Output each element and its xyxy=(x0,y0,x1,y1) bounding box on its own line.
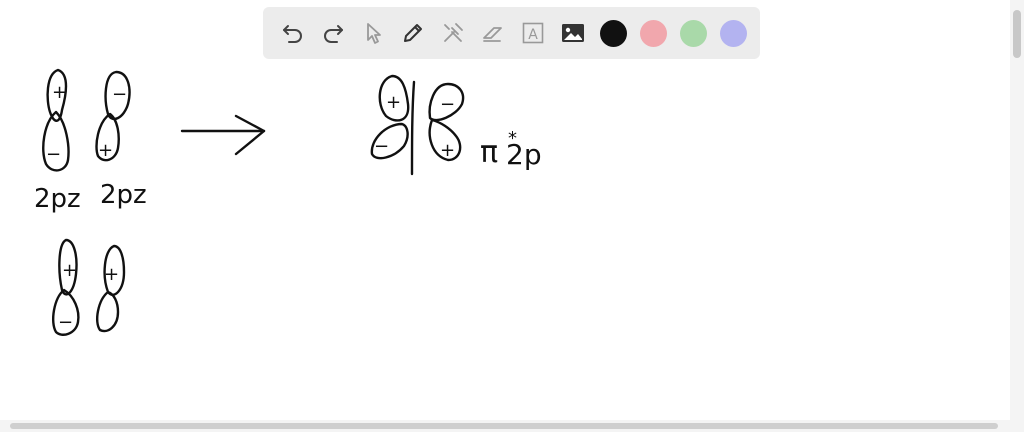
tools-button[interactable] xyxy=(433,13,473,53)
reaction-arrow xyxy=(180,114,266,156)
orbital-pair-bottom-a: + − xyxy=(52,238,80,336)
minus-sign: − xyxy=(440,94,455,115)
horizontal-scroll-thumb[interactable] xyxy=(10,423,998,429)
text-box-icon: A xyxy=(522,22,544,44)
plus-sign: + xyxy=(52,82,67,103)
image-button[interactable] xyxy=(553,13,593,53)
eraser-button[interactable] xyxy=(473,13,513,53)
undo-icon xyxy=(283,25,302,43)
undo-button[interactable] xyxy=(273,13,313,53)
label-pi: π xyxy=(480,135,498,170)
eraser-icon xyxy=(483,27,502,42)
minus-sign: − xyxy=(112,84,127,105)
text-glyph: A xyxy=(528,27,538,43)
whiteboard-canvas[interactable]: + − − + 2pz 2pz + − − + π * 2p + − + xyxy=(0,0,1010,420)
label-2p: 2p xyxy=(506,138,542,171)
orbital-pair-bottom-b: + xyxy=(96,244,126,333)
label-2pz-a: 2pz xyxy=(34,184,81,214)
orbital-2pz-b: − + xyxy=(95,70,131,162)
tools-icon xyxy=(444,23,463,42)
image-icon xyxy=(562,24,584,42)
plus-sign: + xyxy=(440,140,455,161)
select-button[interactable] xyxy=(353,13,393,53)
pi-star-orbital: + − − + xyxy=(370,74,465,176)
color-swatch-green[interactable] xyxy=(679,19,707,47)
redo-icon xyxy=(324,25,343,43)
vertical-scroll-thumb[interactable] xyxy=(1013,10,1021,58)
plus-sign: + xyxy=(104,264,119,285)
drawing-toolbar: A xyxy=(263,7,760,59)
minus-sign: − xyxy=(374,136,389,157)
color-swatch-black[interactable] xyxy=(599,19,627,47)
select-pointer-icon xyxy=(367,23,381,44)
horizontal-scrollbar[interactable] xyxy=(0,420,1010,432)
label-2pz-b: 2pz xyxy=(100,180,147,210)
vertical-scrollbar[interactable] xyxy=(1010,0,1024,420)
orbital-2pz-a: + − xyxy=(42,68,70,172)
redo-button[interactable] xyxy=(313,13,353,53)
scrollbar-corner xyxy=(1010,420,1024,432)
plus-sign: + xyxy=(386,92,401,113)
color-swatch-pink[interactable] xyxy=(639,19,667,47)
pen-button[interactable] xyxy=(393,13,433,53)
pen-icon xyxy=(404,24,422,42)
plus-sign: + xyxy=(98,140,113,161)
color-swatch-lavender[interactable] xyxy=(719,19,747,47)
text-button[interactable]: A xyxy=(513,13,553,53)
plus-sign: + xyxy=(62,260,77,281)
minus-sign: − xyxy=(58,312,73,333)
minus-sign: − xyxy=(46,144,61,165)
